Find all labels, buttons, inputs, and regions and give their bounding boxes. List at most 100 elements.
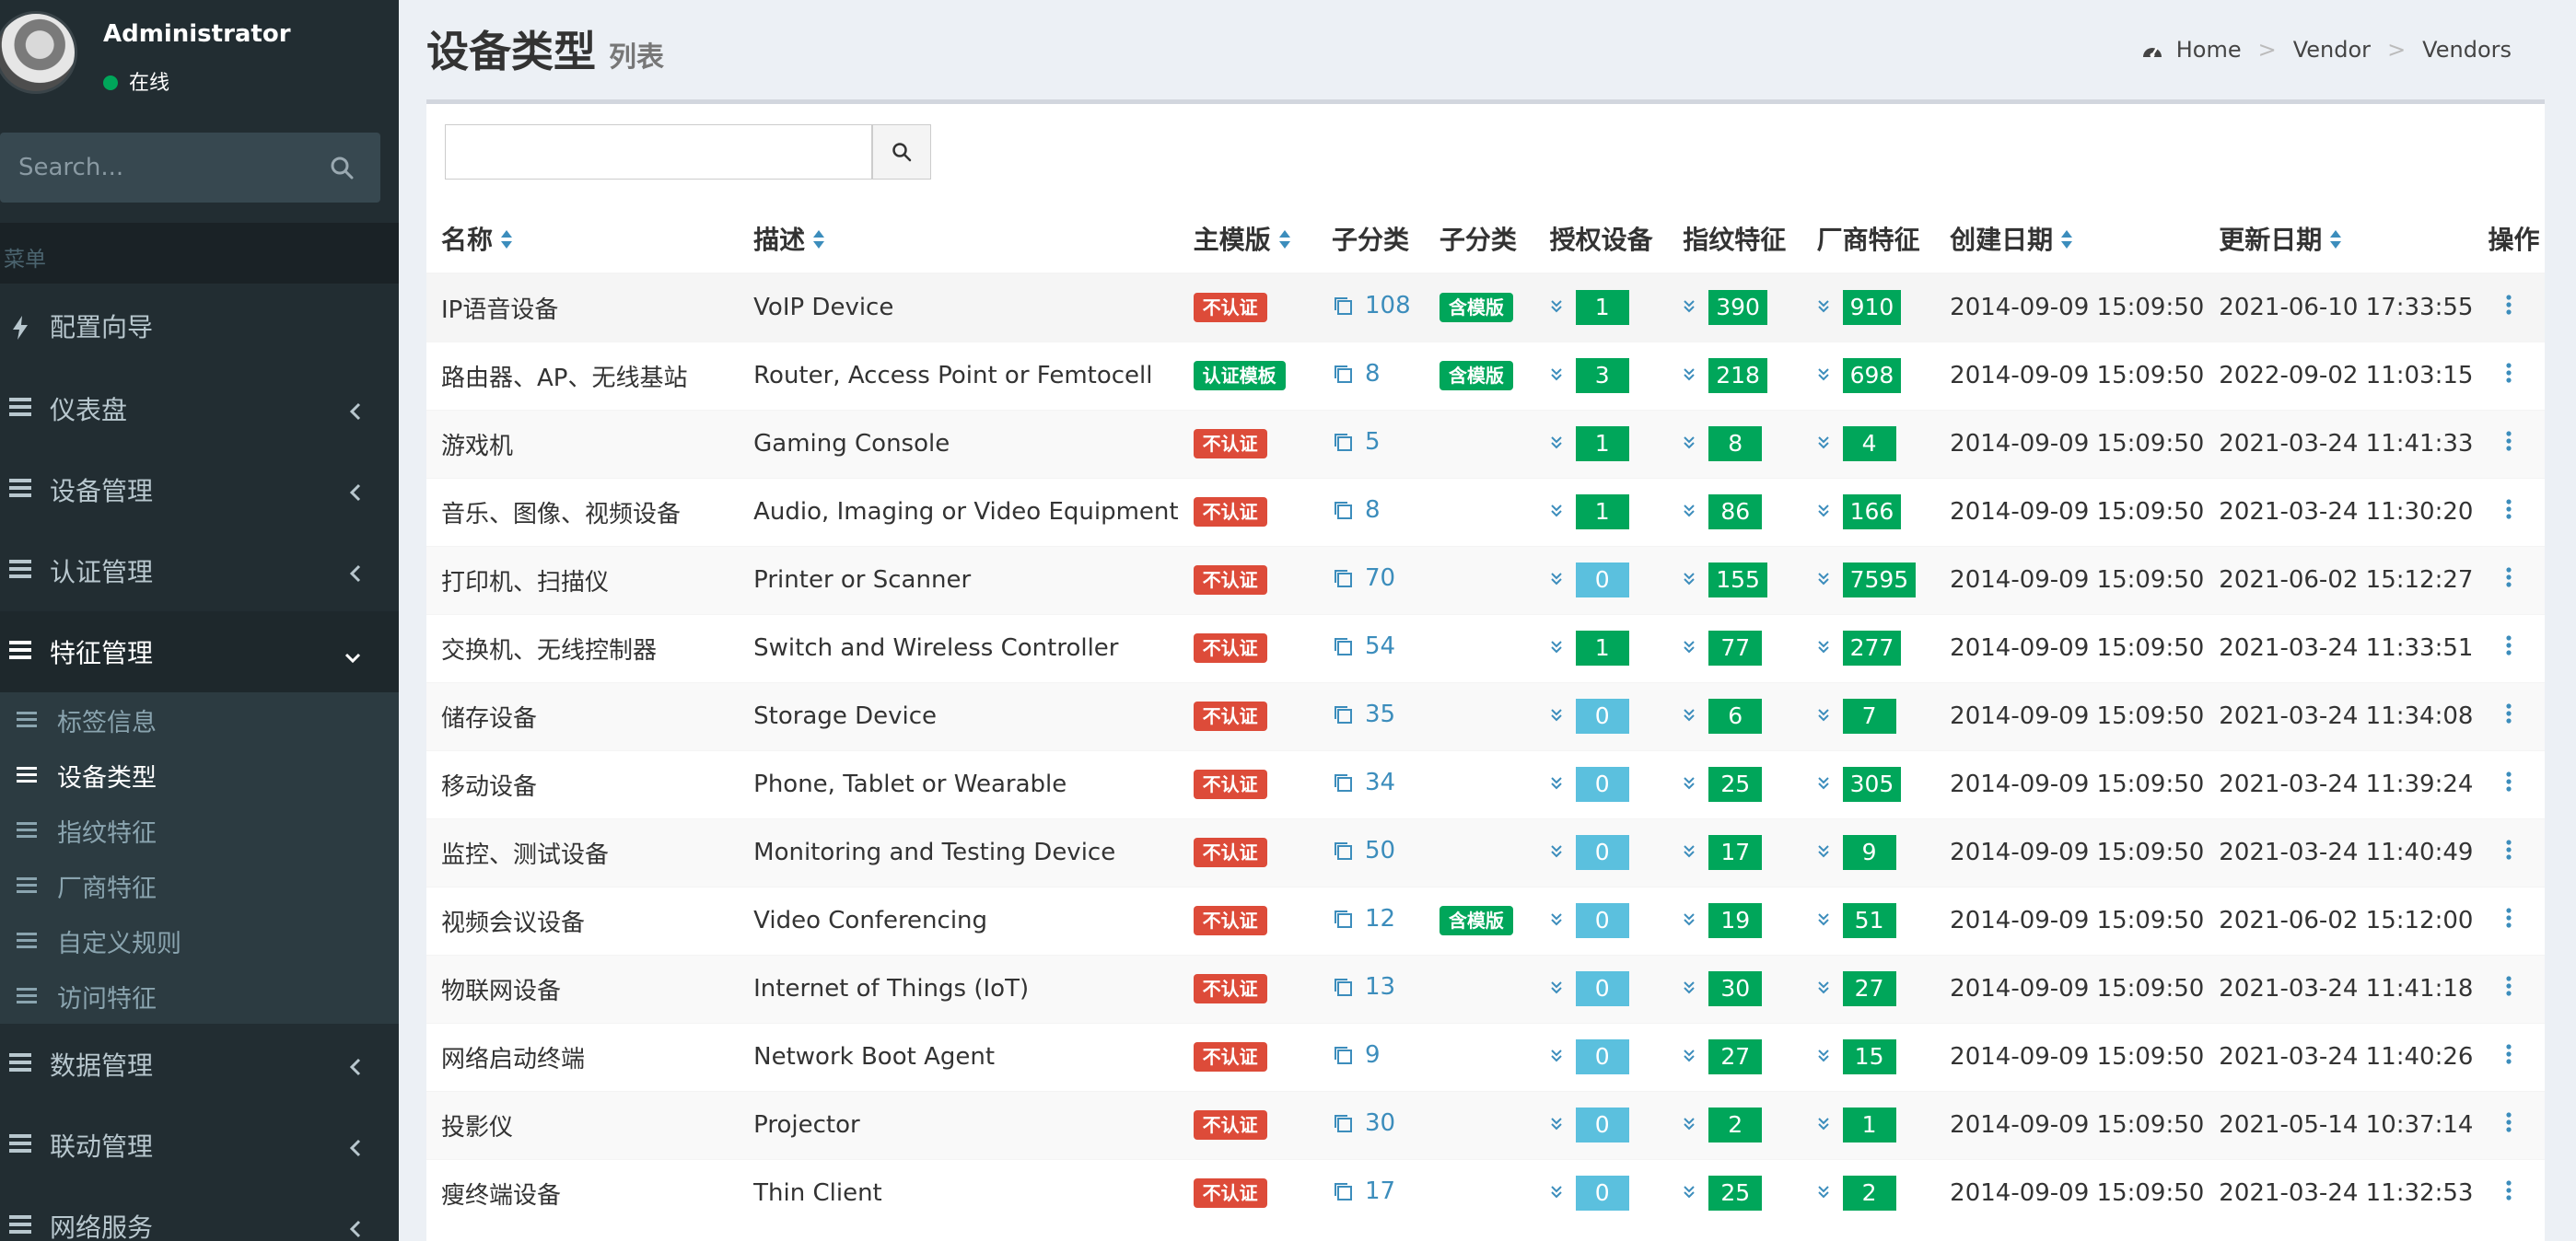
more-actions-icon[interactable] xyxy=(2506,294,2512,321)
double-chevron-down-icon[interactable] xyxy=(1683,361,1696,389)
subcategory-link[interactable]: 8 xyxy=(1332,496,1381,524)
sidebar-item-data[interactable]: 数据管理 xyxy=(0,1024,399,1105)
double-chevron-down-icon[interactable] xyxy=(1683,1042,1696,1070)
double-chevron-down-icon[interactable] xyxy=(1550,974,1563,1002)
table-row[interactable]: 移动设备 Phone, Tablet or Wearable 不认证 34 0 … xyxy=(426,749,2545,818)
double-chevron-down-icon[interactable] xyxy=(1550,361,1563,389)
device-type-name[interactable]: 音乐、图像、视频设备 xyxy=(441,501,681,528)
table-row[interactable]: 投影仪 Projector 不认证 30 0 2 1 2014-09-09 15… xyxy=(426,1090,2545,1159)
more-actions-icon[interactable] xyxy=(2506,907,2512,934)
double-chevron-down-icon[interactable] xyxy=(1817,429,1830,457)
more-actions-icon[interactable] xyxy=(2506,1111,2512,1139)
col-header-description[interactable]: 描述 xyxy=(739,203,1179,274)
double-chevron-down-icon[interactable] xyxy=(1683,1178,1696,1206)
subcategory-link[interactable]: 35 xyxy=(1332,701,1395,728)
submenu-item-access-features[interactable]: 访问特征 xyxy=(0,968,399,1024)
sidebar-search-input[interactable] xyxy=(0,133,304,203)
subcategory-link[interactable]: 54 xyxy=(1332,632,1395,660)
sort-icon[interactable] xyxy=(500,226,513,256)
double-chevron-down-icon[interactable] xyxy=(1683,906,1696,934)
double-chevron-down-icon[interactable] xyxy=(1550,702,1563,729)
more-actions-icon[interactable] xyxy=(2506,362,2512,389)
subcategory-link[interactable]: 17 xyxy=(1332,1177,1395,1205)
device-type-name[interactable]: 网络启动终端 xyxy=(441,1046,585,1073)
sidebar-item-dashboard[interactable]: 仪表盘 xyxy=(0,368,399,449)
sidebar-item-features[interactable]: 特征管理 xyxy=(0,611,399,692)
more-actions-icon[interactable] xyxy=(2506,634,2512,662)
more-actions-icon[interactable] xyxy=(2506,566,2512,594)
double-chevron-down-icon[interactable] xyxy=(1550,497,1563,525)
double-chevron-down-icon[interactable] xyxy=(1683,974,1696,1002)
more-actions-icon[interactable] xyxy=(2506,771,2512,798)
sidebar-item-wizard[interactable]: 配置向导 xyxy=(0,285,399,366)
table-row[interactable]: 监控、测试设备 Monitoring and Testing Device 不认… xyxy=(426,818,2545,887)
double-chevron-down-icon[interactable] xyxy=(1550,429,1563,457)
col-header-created[interactable]: 创建日期 xyxy=(1935,203,2205,274)
subcategory-link[interactable]: 30 xyxy=(1332,1109,1395,1137)
double-chevron-down-icon[interactable] xyxy=(1817,565,1830,593)
subcategory-link[interactable]: 12 xyxy=(1332,905,1395,933)
device-type-name[interactable]: 储存设备 xyxy=(441,705,537,733)
more-actions-icon[interactable] xyxy=(2506,1179,2512,1207)
subcategory-link[interactable]: 5 xyxy=(1332,428,1381,456)
double-chevron-down-icon[interactable] xyxy=(1817,770,1830,797)
breadcrumb-vendor[interactable]: Vendor xyxy=(2293,37,2371,63)
more-actions-icon[interactable] xyxy=(2506,975,2512,1003)
sort-icon[interactable] xyxy=(1278,226,1291,256)
table-row[interactable]: 音乐、图像、视频设备 Audio, Imaging or Video Equip… xyxy=(426,477,2545,546)
double-chevron-down-icon[interactable] xyxy=(1817,1042,1830,1070)
table-search-button[interactable] xyxy=(872,124,931,180)
double-chevron-down-icon[interactable] xyxy=(1683,838,1696,865)
double-chevron-down-icon[interactable] xyxy=(1817,1110,1830,1138)
subcategory-link[interactable]: 34 xyxy=(1332,769,1395,796)
table-row[interactable]: 交换机、无线控制器 Switch and Wireless Controller… xyxy=(426,613,2545,682)
double-chevron-down-icon[interactable] xyxy=(1550,1110,1563,1138)
subcategory-link[interactable]: 8 xyxy=(1332,360,1381,388)
avatar[interactable] xyxy=(0,11,77,94)
subcategory-link[interactable]: 13 xyxy=(1332,973,1395,1001)
more-actions-icon[interactable] xyxy=(2506,498,2512,526)
device-type-name[interactable]: IP语音设备 xyxy=(441,296,558,324)
col-header-updated[interactable]: 更新日期 xyxy=(2204,203,2474,274)
device-type-name[interactable]: 交换机、无线控制器 xyxy=(441,637,657,665)
double-chevron-down-icon[interactable] xyxy=(1817,293,1830,320)
double-chevron-down-icon[interactable] xyxy=(1817,1178,1830,1206)
double-chevron-down-icon[interactable] xyxy=(1550,293,1563,320)
table-row[interactable]: 瘦终端设备 Thin Client 不认证 17 0 25 2 2014-09-… xyxy=(426,1158,2545,1227)
table-row[interactable]: 打印机、扫描仪 Printer or Scanner 不认证 70 0 155 … xyxy=(426,545,2545,614)
table-row[interactable]: 视频会议设备 Video Conferencing 不认证 12 含模版 0 1… xyxy=(426,886,2545,955)
double-chevron-down-icon[interactable] xyxy=(1683,770,1696,797)
device-type-name[interactable]: 瘦终端设备 xyxy=(441,1182,561,1210)
subcategory-link[interactable]: 9 xyxy=(1332,1041,1381,1069)
submenu-item-custom-rules[interactable]: 自定义规则 xyxy=(0,913,399,968)
table-row[interactable]: 网络启动终端 Network Boot Agent 不认证 9 0 27 15 … xyxy=(426,1022,2545,1091)
sidebar-item-network[interactable]: 网络服务 xyxy=(0,1186,399,1241)
device-type-name[interactable]: 移动设备 xyxy=(441,773,537,801)
sort-icon[interactable] xyxy=(2329,226,2342,256)
double-chevron-down-icon[interactable] xyxy=(1550,838,1563,865)
device-type-name[interactable]: 打印机、扫描仪 xyxy=(441,569,609,597)
double-chevron-down-icon[interactable] xyxy=(1817,906,1830,934)
breadcrumb-home[interactable]: Home xyxy=(2176,37,2242,63)
device-type-name[interactable]: 投影仪 xyxy=(441,1114,513,1142)
col-header-template[interactable]: 主模版 xyxy=(1178,203,1317,274)
submenu-item-device-types[interactable]: 设备类型 xyxy=(0,748,399,803)
double-chevron-down-icon[interactable] xyxy=(1683,633,1696,661)
double-chevron-down-icon[interactable] xyxy=(1550,1042,1563,1070)
double-chevron-down-icon[interactable] xyxy=(1550,906,1563,934)
device-type-name[interactable]: 物联网设备 xyxy=(441,978,561,1005)
device-type-name[interactable]: 路由器、AP、无线基站 xyxy=(441,365,687,392)
sort-icon[interactable] xyxy=(812,226,825,256)
double-chevron-down-icon[interactable] xyxy=(1683,702,1696,729)
more-actions-icon[interactable] xyxy=(2506,839,2512,866)
table-row[interactable]: 物联网设备 Internet of Things (IoT) 不认证 13 0 … xyxy=(426,954,2545,1023)
search-icon[interactable] xyxy=(329,155,355,180)
device-type-name[interactable]: 监控、测试设备 xyxy=(441,841,609,869)
table-row[interactable]: 游戏机 Gaming Console 不认证 5 1 8 4 2014-09-0… xyxy=(426,409,2545,478)
double-chevron-down-icon[interactable] xyxy=(1683,497,1696,525)
sidebar-item-devices[interactable]: 设备管理 xyxy=(0,449,399,530)
double-chevron-down-icon[interactable] xyxy=(1817,633,1830,661)
table-search-input[interactable] xyxy=(445,124,872,180)
sidebar-item-auth[interactable]: 认证管理 xyxy=(0,530,399,611)
sidebar-item-linkage[interactable]: 联动管理 xyxy=(0,1105,399,1186)
